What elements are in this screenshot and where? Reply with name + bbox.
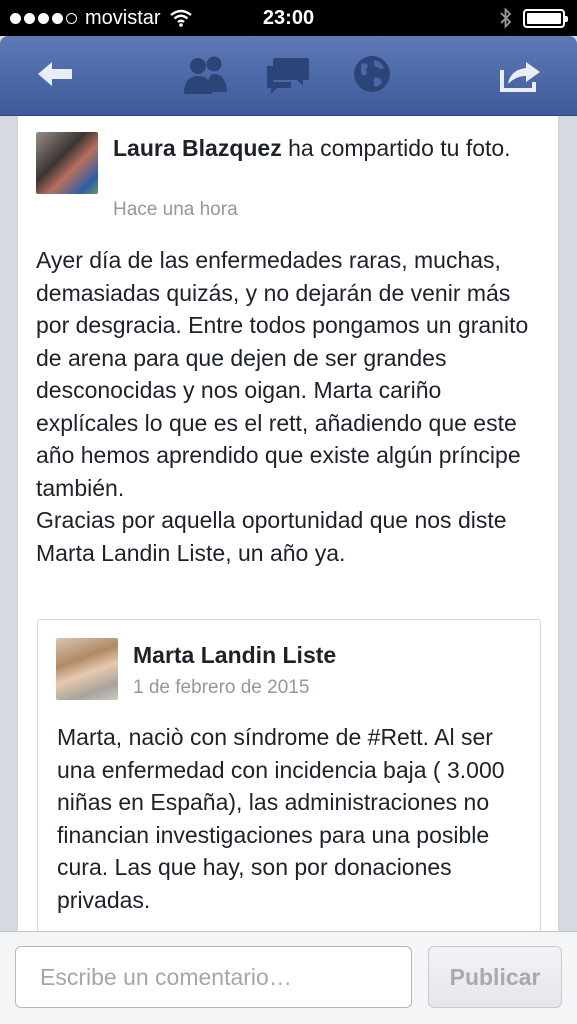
story-timestamp: Hace una hora [113, 199, 238, 220]
carrier-name: movistar [85, 6, 161, 29]
back-icon[interactable] [34, 54, 76, 94]
navigation-bar [0, 36, 577, 116]
feed-content: Laura Blazquez ha compartido tu foto. Ha… [0, 116, 577, 931]
actor-name-link[interactable]: Laura Blazquez [113, 135, 282, 161]
wifi-icon [169, 9, 192, 27]
bluetooth-icon [500, 7, 512, 29]
status-left: movistar [10, 7, 193, 30]
messages-icon[interactable] [265, 54, 311, 96]
shared-author-name[interactable]: Marta Landin Liste [133, 642, 336, 669]
status-right [499, 7, 568, 29]
story-header: Laura Blazquez ha compartido tu foto. [113, 133, 533, 164]
comment-composer: Publicar [0, 931, 577, 1024]
shared-author-avatar[interactable] [56, 638, 118, 700]
story-card: Laura Blazquez ha compartido tu foto. Ha… [17, 116, 559, 931]
post-text: Ayer día de las enfermedades raras, much… [36, 247, 529, 566]
signal-strength-icon [10, 12, 77, 24]
friends-icon[interactable] [180, 54, 230, 96]
story-action: ha compartido tu foto. [281, 135, 511, 161]
author-avatar[interactable] [36, 132, 98, 194]
shared-post-date: 1 de febrero de 2015 [133, 677, 310, 698]
comment-input[interactable] [15, 946, 412, 1008]
publish-button[interactable]: Publicar [428, 946, 562, 1008]
share-icon[interactable] [496, 54, 544, 96]
globe-icon[interactable] [352, 54, 394, 96]
shared-post[interactable]: Marta Landin Liste 1 de febrero de 2015 … [37, 619, 541, 931]
status-bar: movistar 23:00 [0, 0, 577, 36]
shared-post-text: Marta, naciò con síndrome de #Rett. Al s… [57, 724, 505, 913]
battery-icon [523, 8, 568, 28]
